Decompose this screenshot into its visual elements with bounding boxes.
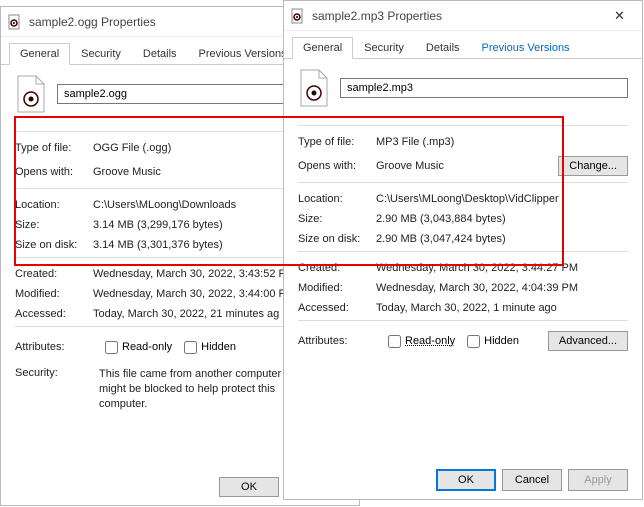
- label-attributes: Attributes:: [298, 335, 376, 347]
- hidden-checkbox-wrap[interactable]: Hidden: [184, 341, 236, 354]
- tab-details[interactable]: Details: [132, 43, 188, 65]
- label-created: Created:: [15, 268, 93, 280]
- value-location: C:\Users\MLoong\Desktop\VidClipper: [376, 193, 628, 205]
- label-accessed: Accessed:: [15, 308, 93, 320]
- filename-input[interactable]: [340, 78, 628, 98]
- cancel-button[interactable]: Cancel: [502, 469, 562, 491]
- label-modified: Modified:: [15, 288, 93, 300]
- label-security: Security:: [15, 367, 93, 379]
- value-opens-with: Groove Music: [376, 160, 558, 172]
- tab-security[interactable]: Security: [70, 43, 132, 65]
- hidden-label: Hidden: [484, 335, 519, 347]
- label-type-of-file: Type of file:: [15, 142, 93, 154]
- label-size: Size:: [15, 219, 93, 231]
- properties-window-mp3: sample2.mp3 Properties ✕ General Securit…: [283, 0, 643, 500]
- window-icon: [7, 14, 23, 30]
- tab-general[interactable]: General: [292, 37, 353, 59]
- value-accessed: Today, March 30, 2022, 1 minute ago: [376, 302, 628, 314]
- titlebar: sample2.mp3 Properties ✕: [284, 1, 642, 31]
- hidden-checkbox[interactable]: [467, 335, 480, 348]
- label-created: Created:: [298, 262, 376, 274]
- value-type-of-file: MP3 File (.mp3): [376, 136, 558, 148]
- readonly-label: Read-only: [122, 341, 172, 353]
- readonly-checkbox[interactable]: [105, 341, 118, 354]
- label-modified: Modified:: [298, 282, 376, 294]
- apply-button[interactable]: Apply: [568, 469, 628, 491]
- tab-previous-versions[interactable]: Previous Versions: [188, 43, 298, 65]
- file-type-icon: [298, 69, 330, 107]
- tab-general[interactable]: General: [9, 43, 70, 65]
- tab-strip: General Security Details Previous Versio…: [284, 31, 642, 59]
- label-size-on-disk: Size on disk:: [298, 233, 376, 245]
- advanced-button[interactable]: Advanced...: [548, 331, 628, 351]
- label-attributes: Attributes:: [15, 341, 93, 353]
- label-type-of-file: Type of file:: [298, 136, 376, 148]
- window-title: sample2.mp3 Properties: [312, 9, 442, 23]
- label-opens-with: Opens with:: [298, 160, 376, 172]
- hidden-checkbox-wrap[interactable]: Hidden: [467, 335, 519, 348]
- file-type-icon: [15, 75, 47, 113]
- tab-details[interactable]: Details: [415, 37, 471, 59]
- window-icon: [290, 8, 306, 24]
- label-location: Location:: [298, 193, 376, 205]
- label-location: Location:: [15, 199, 93, 211]
- close-icon: ✕: [614, 8, 625, 24]
- general-panel: Type of file: MP3 File (.mp3) Opens with…: [284, 59, 642, 461]
- readonly-checkbox-wrap[interactable]: Read-only: [388, 335, 455, 348]
- close-button[interactable]: ✕: [597, 1, 642, 31]
- window-title: sample2.ogg Properties: [29, 15, 156, 29]
- ok-button[interactable]: OK: [219, 477, 279, 497]
- value-created: Wednesday, March 30, 2022, 3:44:27 PM: [376, 262, 628, 274]
- hidden-checkbox[interactable]: [184, 341, 197, 354]
- change-button[interactable]: Change...: [558, 156, 628, 176]
- hidden-label: Hidden: [201, 341, 236, 353]
- readonly-checkbox[interactable]: [388, 335, 401, 348]
- value-opens-with: Groove Music: [93, 166, 285, 178]
- tab-security[interactable]: Security: [353, 37, 415, 59]
- label-size-on-disk: Size on disk:: [15, 239, 93, 251]
- label-accessed: Accessed:: [298, 302, 376, 314]
- ok-button[interactable]: OK: [436, 469, 496, 491]
- readonly-checkbox-wrap[interactable]: Read-only: [105, 341, 172, 354]
- tab-previous-versions[interactable]: Previous Versions: [471, 37, 581, 59]
- value-size: 2.90 MB (3,043,884 bytes): [376, 213, 628, 225]
- value-modified: Wednesday, March 30, 2022, 4:04:39 PM: [376, 282, 628, 294]
- readonly-label: Read-only: [405, 335, 455, 347]
- value-size-on-disk: 2.90 MB (3,047,424 bytes): [376, 233, 628, 245]
- label-opens-with: Opens with:: [15, 166, 93, 178]
- label-size: Size:: [298, 213, 376, 225]
- value-type-of-file: OGG File (.ogg): [93, 142, 285, 154]
